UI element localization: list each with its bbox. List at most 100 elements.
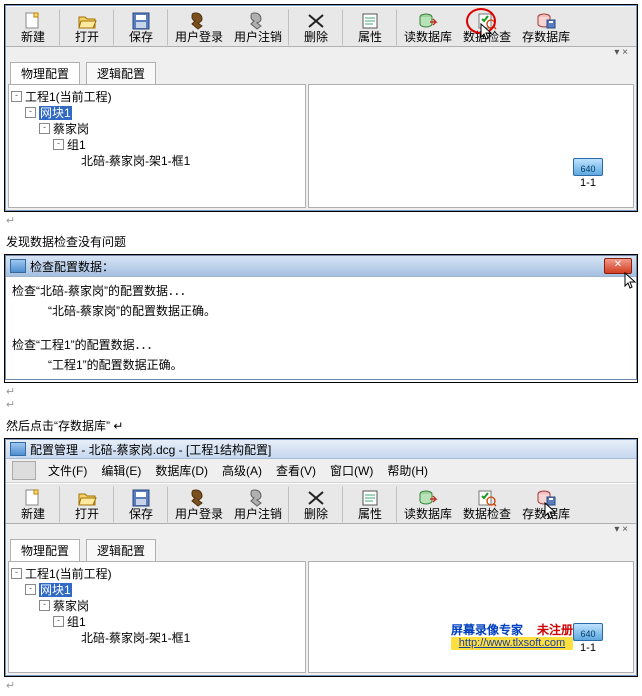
tree-site[interactable]: -蔡家岗 -组1 北碚-蔡家岗-架1-框1 [39, 121, 303, 169]
savedb-button[interactable]: 存数据库 [517, 486, 575, 523]
screenshot-2: 配置管理 - 北碚-蔡家岗.dcg - [工程1结构配置] 文件(F) 编辑(E… [4, 438, 638, 677]
collapse-icon[interactable]: - [53, 616, 64, 627]
tree-net[interactable]: -网块1 -蔡家岗 -组1 北碚-蔡家岗-架1-框1 [25, 105, 303, 169]
tree-rack[interactable]: 北碚-蔡家岗-架1-框1 [67, 153, 303, 169]
device-pane: 屏幕录像专家未注册 http://www.tlxsoft.com 640 1-1 [308, 561, 634, 673]
collapse-icon[interactable]: - [39, 600, 50, 611]
menu-file[interactable]: 文件(F) [42, 461, 93, 480]
save-label: 保存 [129, 31, 153, 43]
cursor-icon [544, 502, 558, 520]
tree-net[interactable]: -网块1 -蔡家岗 -组1 北碚-蔡家岗-架1-框1 [25, 582, 303, 646]
caption-2: 然后点击“存数据库” ↵ [6, 417, 636, 434]
open-icon [77, 489, 97, 507]
tree-group[interactable]: -组1 北碚-蔡家岗-架1-框1 [53, 137, 303, 169]
tab-physical[interactable]: 物理配置 [10, 62, 80, 84]
device-pane: 640 1-1 [308, 84, 634, 208]
collapse-icon[interactable]: - [25, 584, 36, 595]
save-button[interactable]: 保存 [116, 486, 168, 523]
tab-logical[interactable]: 逻辑配置 [86, 539, 156, 561]
log-title-text: 检查配置数据： [30, 258, 114, 275]
new-icon [23, 489, 43, 507]
pane-pin[interactable]: ▾ × [6, 47, 636, 58]
menubar: 文件(F) 编辑(E) 数据库(D) 高级(A) 查看(V) 窗口(W) 帮助(… [6, 459, 636, 483]
login-button[interactable]: 用户登录 [170, 9, 228, 46]
return-mark: ↵ [4, 679, 638, 692]
sysmenu-icon[interactable] [12, 461, 36, 480]
device-chip-icon: 640 [573, 623, 603, 641]
check-button[interactable]: 数据检查 [458, 486, 516, 523]
delete-button[interactable]: 删除 [291, 486, 343, 523]
collapse-icon[interactable]: - [25, 107, 36, 118]
toolbar: 新建 打开 保存 用户登录 用户注销 删除 [6, 6, 636, 47]
watermark-url: http://www.tlxsoft.com [451, 637, 573, 650]
logout-button[interactable]: 用户注销 [229, 9, 289, 46]
check-label: 数据检查 [463, 508, 511, 520]
readdb-button[interactable]: 读数据库 [399, 9, 457, 46]
savedb-icon [536, 12, 556, 30]
open-button[interactable]: 打开 [62, 9, 114, 46]
pane-pin[interactable]: ▾ × [6, 524, 636, 535]
tree-tabs: 物理配置 逻辑配置 [10, 539, 632, 561]
new-label: 新建 [21, 508, 45, 520]
menu-win[interactable]: 窗口(W) [324, 461, 379, 480]
watermark-unreg: 未注册 [537, 623, 573, 637]
prop-button[interactable]: 属性 [345, 9, 397, 46]
readdb-button[interactable]: 读数据库 [399, 486, 457, 523]
menu-help[interactable]: 帮助(H) [381, 461, 434, 480]
tree-site[interactable]: -蔡家岗 -组1 北碚-蔡家岗-架1-框1 [39, 598, 303, 646]
save-icon [131, 489, 151, 507]
tab-logical[interactable]: 逻辑配置 [86, 62, 156, 84]
login-button[interactable]: 用户登录 [170, 486, 228, 523]
menu-adv[interactable]: 高级(A) [216, 461, 268, 480]
screenshot-1: 新建 打开 保存 用户登录 用户注销 删除 [4, 4, 638, 212]
collapse-icon[interactable]: - [11, 568, 22, 579]
readdb-label: 读数据库 [404, 508, 452, 520]
tree-group[interactable]: -组1 北碚-蔡家岗-架1-框1 [53, 614, 303, 646]
prop-label: 属性 [358, 31, 382, 43]
savedb-label: 存数据库 [522, 31, 570, 43]
save-button[interactable]: 保存 [116, 9, 168, 46]
readdb-label: 读数据库 [404, 31, 452, 43]
collapse-icon[interactable]: - [53, 139, 64, 150]
readdb-icon [418, 489, 438, 507]
savedb-button[interactable]: 存数据库 [517, 9, 575, 46]
delete-icon [306, 12, 326, 30]
logout-label: 用户注销 [234, 508, 282, 520]
new-button[interactable]: 新建 [8, 9, 60, 46]
open-label: 打开 [75, 31, 99, 43]
cursor-icon [624, 272, 638, 290]
prop-label: 属性 [358, 508, 382, 520]
check-button[interactable]: 数据检查 [458, 9, 516, 46]
menu-edit[interactable]: 编辑(E) [95, 461, 147, 480]
collapse-icon[interactable]: - [11, 91, 22, 102]
delete-label: 删除 [304, 508, 328, 520]
device-icon[interactable]: 640 1-1 [573, 158, 603, 189]
tree-root[interactable]: -工程1(当前工程) -网块1 -蔡家岗 -组1 北碚-蔡家岗-架1-框1 [11, 566, 303, 646]
return-mark: ↵ [4, 214, 638, 227]
log-titlebar: 检查配置数据： ✕ [6, 256, 636, 276]
collapse-icon[interactable]: - [39, 123, 50, 134]
return-mark: ↵ [4, 398, 638, 411]
check-icon [477, 489, 497, 507]
tree-rack[interactable]: 北碚-蔡家岗-架1-框1 [67, 630, 303, 646]
delete-label: 删除 [304, 31, 328, 43]
save-icon [131, 12, 151, 30]
toolbar: 新建 打开 保存 用户登录 用户注销 删除 属性 读数据库 数据检查 存数据库 [6, 483, 636, 524]
new-button[interactable]: 新建 [8, 486, 60, 523]
log-line: “北碚-蔡家岗”的配置数据正确。 [12, 301, 630, 321]
menu-view[interactable]: 查看(V) [270, 461, 322, 480]
tab-physical[interactable]: 物理配置 [10, 539, 80, 561]
menu-db[interactable]: 数据库(D) [149, 461, 214, 480]
device-icon[interactable]: 640 1-1 [573, 623, 603, 654]
login-label: 用户登录 [175, 31, 223, 43]
new-icon [23, 12, 43, 30]
cursor-icon [480, 23, 494, 41]
log-line: 检查“工程1”的配置数据．．． [12, 335, 630, 355]
login-icon [189, 12, 209, 30]
prop-button[interactable]: 属性 [345, 486, 397, 523]
logout-button[interactable]: 用户注销 [229, 486, 289, 523]
return-mark: ↵ [4, 385, 638, 398]
delete-button[interactable]: 删除 [291, 9, 343, 46]
open-button[interactable]: 打开 [62, 486, 114, 523]
tree-root[interactable]: -工程1(当前工程) -网块1 -蔡家岗 -组1 北碚-蔡家岗-架1-框1 [11, 89, 303, 169]
